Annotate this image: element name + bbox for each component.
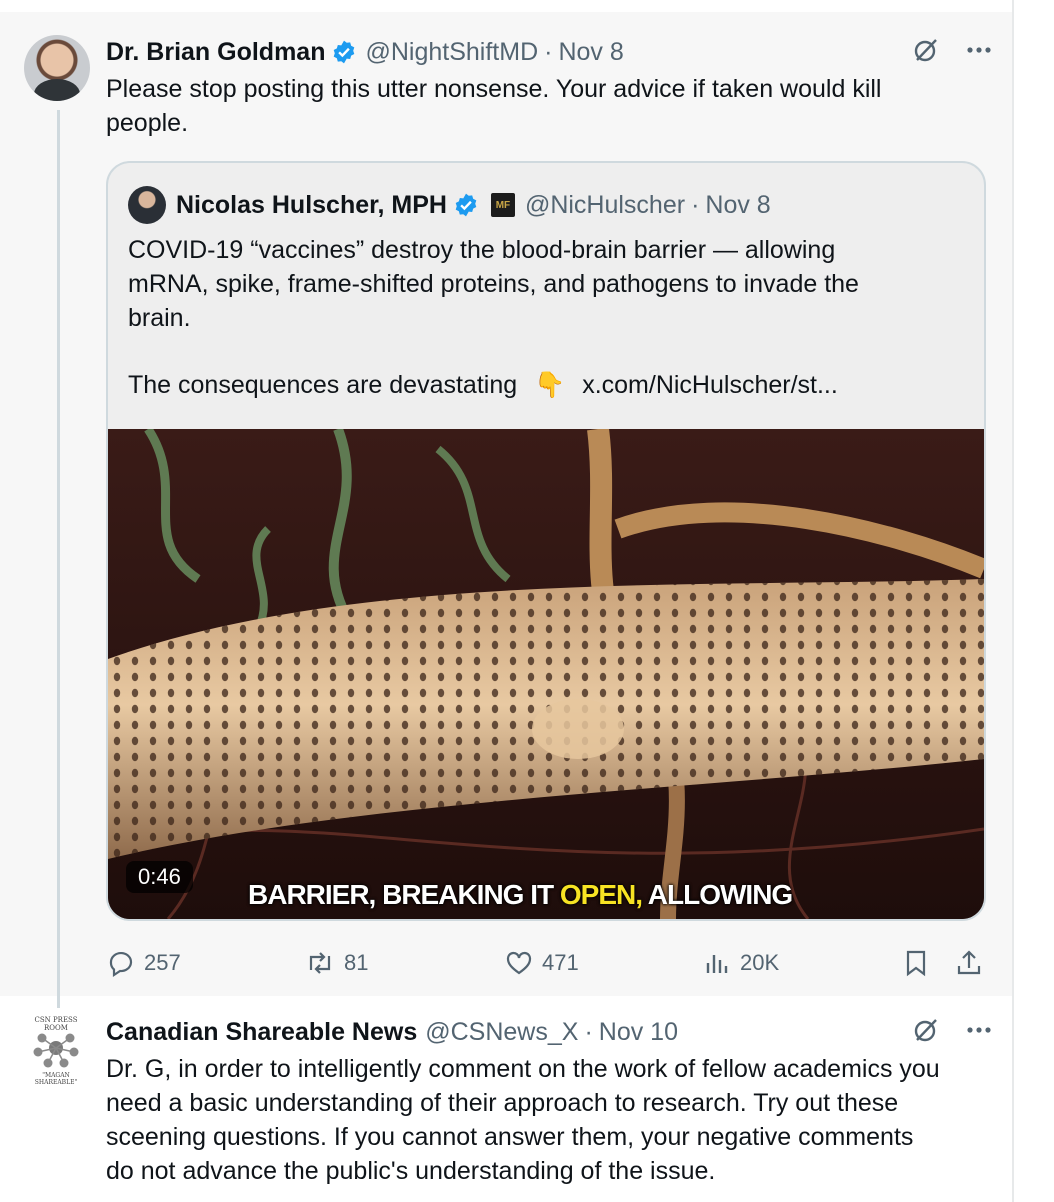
reply-count: 257 [144, 950, 181, 975]
tweet-top-actions [912, 36, 992, 64]
tweet2-header: Canadian Shareable News @CSNews_X · Nov … [106, 1014, 678, 1050]
video-caption: BARRIER, BREAKING IT OPEN, ALLOWING [248, 879, 793, 911]
top-strip [0, 0, 1012, 12]
quote-date: Nov 8 [705, 190, 771, 219]
author-handle[interactable]: @CSNews_X [425, 1018, 578, 1047]
tweet-text-line: Dr. G, in order to intelligently comment… [106, 1055, 940, 1083]
tweet-text: Please stop posting this utter nonsense.… [106, 72, 881, 140]
reply-button[interactable]: 257 [106, 945, 181, 981]
video-frame [108, 429, 984, 919]
quote-text-last-line: The consequences are devastating 👇 x.com… [128, 368, 838, 402]
author-handle[interactable]: @NightShiftMD [365, 38, 538, 67]
quote-text-line: brain. [128, 304, 191, 332]
pointing-down-emoji: 👇 [534, 371, 566, 399]
tweet2-top-actions [912, 1016, 992, 1044]
grok-icon[interactable] [912, 36, 940, 64]
caption-text: ALLOWING [642, 879, 793, 910]
timeline-border [1012, 0, 1014, 1202]
caption-text: BARRIER, BREAKING IT [248, 879, 560, 910]
quote-header: Nicolas Hulscher, MPH MF @NicHulscher · … [128, 186, 771, 224]
header-separator: · [584, 1017, 593, 1046]
tweet-text-line: do not advance the public's understandin… [106, 1157, 716, 1185]
quote-text-line: The consequences are devastating [128, 371, 518, 399]
quote-text-line: COVID-19 “vaccines” destroy the blood-br… [128, 236, 836, 264]
quote-author-handle: @NicHulscher [524, 190, 686, 219]
quote-separator: · [691, 190, 700, 219]
logo-text-bottom: "MAGAN SHAREABLE" [34, 1072, 78, 1086]
like-button[interactable]: 471 [504, 945, 579, 981]
header-separator: · [544, 37, 553, 66]
engagement-bar: 257 81 471 20K [106, 945, 986, 981]
csn-logo-icon [33, 1033, 79, 1068]
share-button[interactable] [954, 945, 984, 981]
video-duration: 0:46 [126, 861, 193, 893]
tweet-date[interactable]: Nov 8 [558, 38, 623, 67]
tweet-text-line: need a basic understanding of their appr… [106, 1089, 899, 1117]
affiliate-badge: MF [490, 193, 515, 217]
quoted-tweet[interactable]: Nicolas Hulscher, MPH MF @NicHulscher · … [106, 161, 986, 921]
thread-connector-line [57, 110, 60, 1008]
author-name[interactable]: Dr. Brian Goldman [106, 38, 325, 67]
repost-icon [309, 952, 331, 974]
quote-link[interactable]: x.com/NicHulscher/st... [582, 371, 838, 399]
like-count: 471 [542, 950, 579, 975]
quote-avatar[interactable] [128, 186, 166, 224]
caption-highlight: OPEN, [559, 879, 643, 910]
views-count: 20K [740, 950, 780, 975]
verified-badge-icon [453, 192, 479, 218]
repost-button[interactable]: 81 [304, 945, 368, 981]
tweet-text-line: Please stop posting this utter nonsense.… [106, 75, 882, 103]
author-name[interactable]: Canadian Shareable News [106, 1018, 417, 1047]
tweet-date[interactable]: Nov 10 [599, 1018, 678, 1047]
verified-badge-icon [331, 39, 357, 65]
more-icon[interactable] [966, 46, 992, 54]
like-icon [506, 951, 532, 975]
share-icon [957, 950, 981, 975]
tweet-header: Dr. Brian Goldman @NightShiftMD · Nov 8 [106, 34, 624, 70]
bookmark-icon [906, 950, 926, 977]
grok-icon[interactable] [912, 1016, 940, 1044]
quote-text-line: mRNA, spike, frame-shifted proteins, and… [128, 270, 859, 298]
views-button[interactable]: 20K [704, 945, 779, 981]
tweet-text-line: people. [106, 109, 189, 137]
reply-icon [109, 951, 133, 978]
tweet2-text: Dr. G, in order to intelligently comment… [106, 1052, 996, 1188]
csn-avatar[interactable]: CSN PRESS ROOM "MAGAN SHAREABLE" [30, 1016, 82, 1086]
bookmark-button[interactable] [902, 945, 930, 981]
tweet-text-line: sceening questions. If you cannot answer… [106, 1123, 914, 1151]
avatar[interactable] [24, 35, 90, 101]
video-player[interactable]: 0:46 BARRIER, BREAKING IT OPEN, ALLOWING [108, 429, 984, 919]
repost-count: 81 [344, 950, 369, 975]
more-icon[interactable] [966, 1026, 992, 1034]
views-icon [706, 955, 728, 973]
quote-text: COVID-19 “vaccines” destroy the blood-br… [128, 233, 948, 335]
quote-author-name: Nicolas Hulscher, MPH [176, 190, 447, 219]
